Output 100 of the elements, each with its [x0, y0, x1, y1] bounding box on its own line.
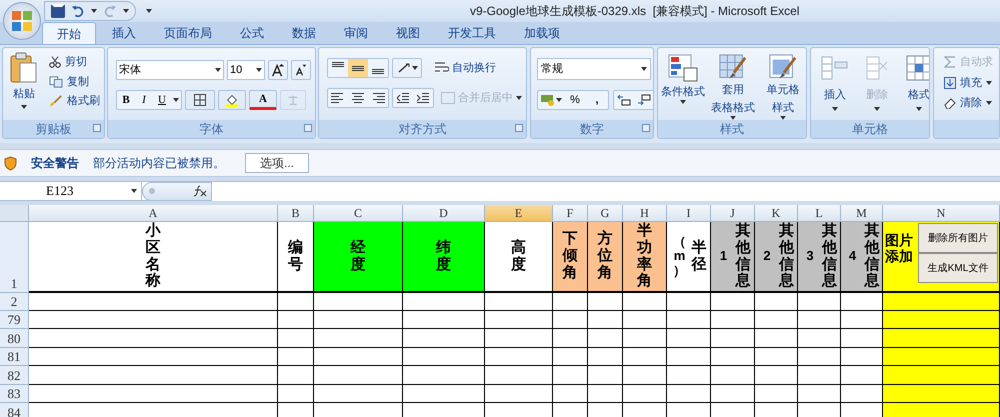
table-cell[interactable] [711, 366, 755, 385]
table-cell[interactable] [485, 348, 553, 366]
dialog-launcher-icon[interactable] [304, 124, 312, 132]
table-cell[interactable] [314, 293, 403, 311]
percent-button[interactable]: % [564, 92, 586, 108]
table-cell[interactable] [755, 385, 798, 403]
font-color-button[interactable]: A [249, 90, 277, 110]
table-cell[interactable] [755, 293, 798, 311]
table-cell[interactable] [588, 385, 623, 403]
save-icon[interactable] [51, 4, 65, 18]
column-header[interactable]: L [798, 205, 841, 222]
font-name-dropdown[interactable]: 宋体 [116, 60, 224, 80]
options-button[interactable]: 选项... [245, 153, 309, 173]
table-cell[interactable] [29, 293, 278, 311]
table-cell[interactable] [841, 348, 883, 366]
table-cell[interactable] [29, 385, 278, 403]
table-cell[interactable] [667, 348, 711, 366]
table-cell[interactable] [667, 311, 711, 329]
table-cell[interactable] [485, 311, 553, 329]
row-header[interactable]: 84 [0, 403, 29, 417]
table-cell[interactable] [755, 311, 798, 329]
table-cell[interactable] [403, 366, 485, 385]
ribbon-tab[interactable]: 数据 [280, 22, 328, 44]
table-cell[interactable] [711, 329, 755, 348]
table-cell[interactable] [667, 385, 711, 403]
column-header[interactable]: K [755, 205, 798, 222]
table-cell[interactable] [29, 348, 278, 366]
table-cell[interactable] [588, 348, 623, 366]
column-header[interactable]: M [841, 205, 883, 222]
column-header[interactable]: E [485, 205, 553, 222]
column-header[interactable]: N [883, 205, 1000, 222]
table-cell[interactable] [883, 385, 1000, 403]
ribbon-tab[interactable]: 页面布局 [152, 22, 224, 44]
macro-button[interactable]: 删除所有图片 [918, 223, 998, 253]
table-cell[interactable] [798, 329, 841, 348]
customize-toolbar-icon[interactable] [146, 9, 152, 13]
borders-button[interactable] [185, 90, 215, 110]
insert-function-button[interactable] [142, 182, 212, 200]
table-cell[interactable] [403, 311, 485, 329]
table-cell[interactable] [711, 311, 755, 329]
comma-button[interactable]: , [586, 92, 608, 108]
table-cell[interactable] [711, 385, 755, 403]
style-button[interactable]: 条件格式 [662, 54, 704, 120]
row-header[interactable]: 82 [0, 366, 29, 385]
table-cell[interactable] [623, 366, 667, 385]
table-cell[interactable] [485, 329, 553, 348]
paste-button[interactable]: 粘贴 [10, 52, 38, 108]
bold-button[interactable]: B [117, 91, 135, 109]
table-cell[interactable] [553, 348, 588, 366]
table-cell[interactable] [403, 293, 485, 311]
table-cell[interactable] [29, 329, 278, 348]
row-header[interactable]: 80 [0, 329, 29, 348]
table-cell[interactable] [755, 348, 798, 366]
table-cell[interactable] [798, 366, 841, 385]
table-cell[interactable] [798, 311, 841, 329]
table-cell[interactable] [841, 385, 883, 403]
table-cell[interactable] [314, 329, 403, 348]
grow-font-button[interactable] [268, 60, 288, 80]
table-cell[interactable] [667, 293, 711, 311]
ribbon-tab[interactable]: 视图 [384, 22, 432, 44]
column-header[interactable]: A [29, 205, 278, 222]
table-cell[interactable] [883, 403, 1000, 417]
column-header[interactable]: G [588, 205, 623, 222]
ribbon-tab[interactable]: 开发工具 [436, 22, 508, 44]
table-cell[interactable] [314, 385, 403, 403]
underline-button[interactable]: U [153, 91, 171, 109]
name-box[interactable]: E123 [0, 182, 142, 200]
table-cell[interactable] [883, 348, 1000, 366]
table-cell[interactable] [403, 329, 485, 348]
shrink-font-button[interactable] [291, 60, 311, 80]
row-header[interactable]: 79 [0, 311, 29, 329]
table-cell[interactable] [798, 385, 841, 403]
ribbon-tab[interactable]: 公式 [228, 22, 276, 44]
row-header[interactable]: 83 [0, 385, 29, 403]
clipboard-action[interactable]: 剪切 [49, 54, 100, 70]
macro-button[interactable]: 生成KML文件 [918, 253, 998, 283]
table-cell[interactable] [314, 348, 403, 366]
table-cell[interactable] [711, 348, 755, 366]
clipboard-action[interactable]: 复制 [49, 74, 100, 90]
ribbon-tab[interactable]: 开始 [42, 22, 96, 44]
table-cell[interactable] [553, 366, 588, 385]
font-size-dropdown[interactable]: 10 [227, 60, 265, 80]
dialog-launcher-icon[interactable] [642, 124, 650, 132]
table-cell[interactable] [623, 311, 667, 329]
clipboard-action[interactable]: 格式刷 [49, 93, 100, 110]
table-cell[interactable] [553, 385, 588, 403]
table-cell[interactable] [883, 329, 1000, 348]
undo-icon[interactable] [71, 4, 85, 18]
table-cell[interactable] [278, 293, 314, 311]
table-cell[interactable] [314, 366, 403, 385]
table-cell[interactable] [798, 348, 841, 366]
editing-button[interactable]: 清除 [944, 95, 993, 112]
table-cell[interactable] [883, 311, 1000, 329]
table-cell[interactable] [755, 329, 798, 348]
table-cell[interactable] [623, 329, 667, 348]
vertical-align-button[interactable] [348, 59, 368, 77]
table-cell[interactable] [623, 293, 667, 311]
style-button[interactable]: 单元格 样式 [762, 54, 804, 120]
ribbon-tab[interactable]: 插入 [100, 22, 148, 44]
column-header[interactable]: F [553, 205, 588, 222]
